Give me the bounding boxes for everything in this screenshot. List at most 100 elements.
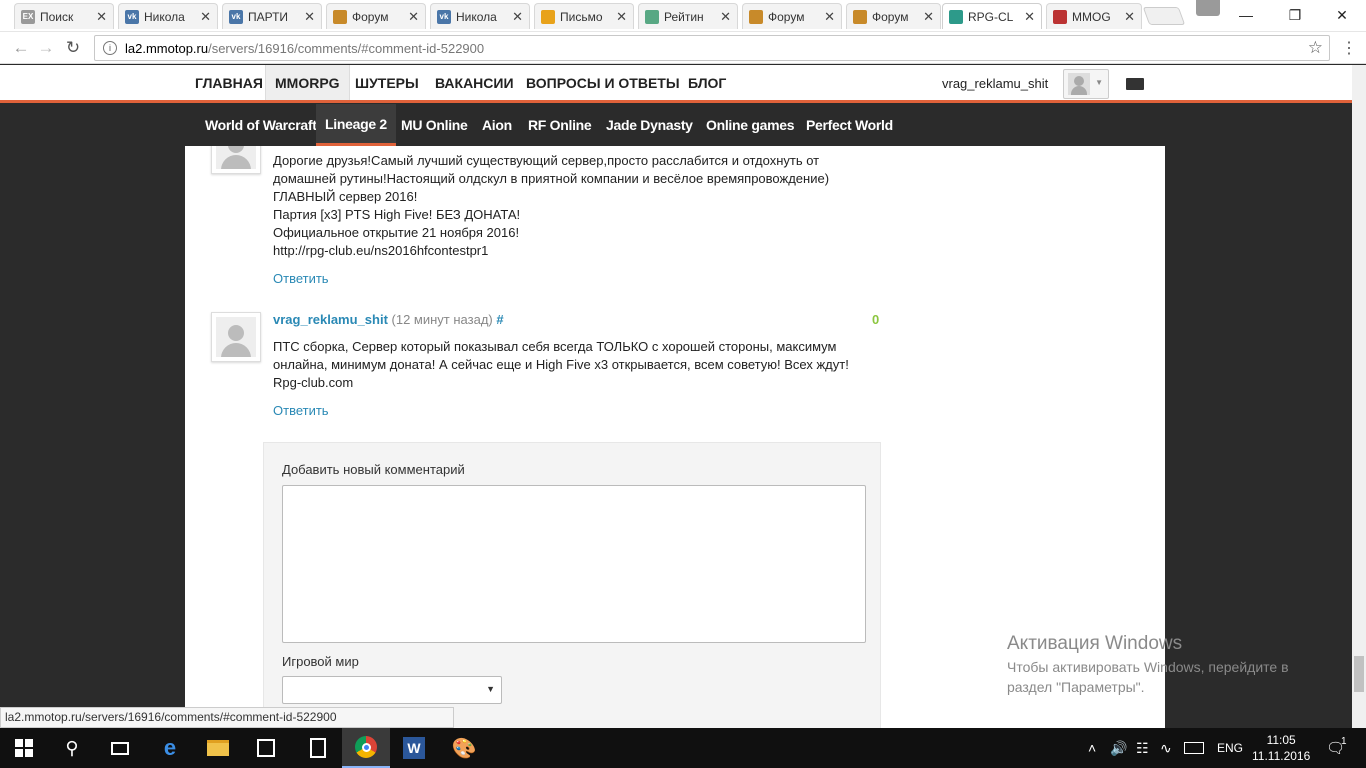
tab-title: Форум — [872, 9, 909, 24]
clock[interactable]: 11:05 11.11.2016 — [1252, 728, 1310, 768]
comment-anchor-link[interactable]: # — [496, 312, 503, 327]
menu-icon[interactable]: ⋮ — [1338, 37, 1360, 59]
windows-taskbar: ⚲ e W 🎨 ˄ 🔊 ☷ ∿ ENG 11:05 11.11.2016 🗨 1 — [0, 728, 1366, 768]
subnav-item-rf-online[interactable]: RF Online — [528, 104, 592, 146]
messages-envelope-icon[interactable] — [1126, 78, 1144, 90]
subnav-item-mu-online[interactable]: MU Online — [401, 104, 468, 146]
profile-icon[interactable] — [1196, 0, 1220, 16]
browser-tab[interactable]: MMOG ✕ — [1046, 3, 1142, 29]
maximize-button[interactable]: ❐ — [1275, 4, 1315, 26]
subnav-item-wow[interactable]: World of Warcraft — [205, 104, 317, 146]
comment-textarea[interactable] — [282, 485, 866, 643]
reply-link[interactable]: Ответить — [273, 271, 329, 286]
chrome-icon[interactable] — [342, 728, 390, 768]
browser-tab[interactable]: vk Никола ✕ — [430, 3, 530, 29]
edge-browser-icon[interactable]: e — [146, 728, 194, 768]
scrollbar-thumb[interactable] — [1354, 656, 1364, 692]
comment-line: онлайна, минимум доната! А сейчас еще и … — [273, 357, 849, 372]
nav-item-qa[interactable]: ВОПРОСЫ И ОТВЕТЫ — [526, 65, 680, 100]
clock-date: 11.11.2016 — [1252, 749, 1311, 763]
url-input[interactable]: i la2.mmotop.ru/servers/16916/comments/#… — [94, 35, 1330, 61]
nav-item-main[interactable]: ГЛАВНАЯ — [195, 65, 263, 100]
calculator-icon[interactable] — [294, 728, 342, 768]
nav-item-vacancies[interactable]: ВАКАНСИИ — [435, 65, 514, 100]
task-view-icon[interactable] — [96, 728, 144, 768]
subnav-item-perfect-world[interactable]: Perfect World — [806, 104, 893, 146]
close-tab-icon[interactable]: ✕ — [1024, 9, 1035, 25]
subnav-item-jade-dynasty[interactable]: Jade Dynasty — [606, 104, 693, 146]
new-comment-form: Добавить новый комментарий Игровой мир ▼ — [263, 442, 881, 728]
status-bar-url: la2.mmotop.ru/servers/16916/comments/#co… — [0, 707, 454, 728]
close-tab-icon[interactable]: ✕ — [408, 9, 419, 25]
vk-icon: vk — [125, 9, 139, 24]
browser-tab[interactable]: Форум ✕ — [742, 3, 842, 29]
subnav-item-lineage2[interactable]: Lineage 2 — [316, 104, 396, 146]
file-explorer-icon[interactable] — [194, 728, 242, 768]
browser-tab[interactable]: Письмо ✕ — [534, 3, 634, 29]
browser-tab[interactable]: EX Поиск ✕ — [14, 3, 114, 29]
comment-author-link[interactable]: vrag_reklamu_shit — [273, 312, 388, 327]
close-tab-icon[interactable]: ✕ — [96, 9, 107, 25]
tray-chevron-up-icon[interactable]: ˄ — [1088, 728, 1096, 768]
volume-icon[interactable]: 🔊 — [1110, 728, 1127, 768]
browser-tab[interactable]: Форум ✕ — [326, 3, 426, 29]
close-tab-icon[interactable]: ✕ — [923, 9, 934, 25]
world-select[interactable]: ▼ — [282, 676, 502, 704]
close-tab-icon[interactable]: ✕ — [512, 9, 523, 25]
store-icon[interactable] — [242, 728, 290, 768]
page-scrollbar[interactable] — [1352, 65, 1366, 728]
username-link[interactable]: vrag_reklamu_shit — [942, 76, 1048, 91]
reload-icon[interactable]: ↻ — [62, 37, 84, 59]
tab-title: Письмо — [560, 9, 603, 24]
close-window-button[interactable]: ✕ — [1322, 4, 1362, 26]
nav-item-blog[interactable]: БЛОГ — [688, 65, 726, 100]
tab-title: ПАРТИ — [248, 9, 289, 24]
close-tab-icon[interactable]: ✕ — [1124, 9, 1135, 25]
close-tab-icon[interactable]: ✕ — [200, 9, 211, 25]
browser-tab[interactable]: vk ПАРТИ ✕ — [222, 3, 322, 29]
wifi-icon[interactable]: ∿ — [1160, 728, 1172, 768]
new-tab-button[interactable] — [1142, 7, 1186, 25]
close-tab-icon[interactable]: ✕ — [824, 9, 835, 25]
nav-item-shooters[interactable]: ШУТЕРЫ — [355, 65, 419, 100]
subnav-item-aion[interactable]: Aion — [482, 104, 512, 146]
subnav-item-online-games[interactable]: Online games — [706, 104, 795, 146]
close-tab-icon[interactable]: ✕ — [304, 9, 315, 25]
comment-line: ПТС сборка, Сервер который показывал себ… — [273, 339, 837, 354]
search-icon[interactable]: ⚲ — [48, 728, 96, 768]
minimize-button[interactable]: — — [1226, 4, 1266, 26]
browser-tab[interactable]: Форум ✕ — [846, 3, 941, 29]
word-icon[interactable]: W — [390, 728, 438, 768]
network-icon[interactable]: ☷ — [1136, 728, 1149, 768]
forward-icon[interactable]: → — [35, 37, 57, 59]
browser-tab[interactable]: Рейтин ✕ — [638, 3, 738, 29]
bookmark-star-icon[interactable]: ☆ — [1308, 38, 1323, 58]
nav-item-mmorpg[interactable]: MMORPG — [265, 65, 350, 100]
browser-tab[interactable]: vk Никола ✕ — [118, 3, 218, 29]
back-icon[interactable]: ← — [10, 37, 32, 59]
rating-icon — [645, 9, 659, 24]
comment-line: Дорогие друзья!Самый лучший существующий… — [273, 153, 820, 168]
language-indicator[interactable]: ENG — [1217, 728, 1243, 768]
user-avatar-dropdown[interactable]: ▼ — [1063, 69, 1109, 99]
start-windows-icon[interactable] — [0, 728, 48, 768]
comment-rating[interactable]: 0 — [872, 312, 879, 327]
comment-line: Официальное открытие 21 ноября 2016! — [273, 225, 520, 240]
info-icon[interactable]: i — [103, 41, 117, 55]
paint-icon[interactable]: 🎨 — [440, 728, 488, 768]
comment-avatar[interactable] — [211, 146, 261, 174]
notifications-icon[interactable]: 🗨 — [1326, 728, 1345, 768]
close-tab-icon[interactable]: ✕ — [616, 9, 627, 25]
url-host: la2.mmotop.ru — [125, 40, 209, 56]
browser-tab[interactable]: RPG-CL ✕ — [942, 3, 1042, 29]
ex-icon: EX — [21, 9, 35, 24]
comment-link[interactable]: http://rpg-club.eu/ns2016hfcontestpr1 — [273, 242, 829, 260]
keyboard-icon[interactable] — [1184, 728, 1204, 768]
address-bar: ← → ↻ i la2.mmotop.ru/servers/16916/comm… — [0, 32, 1366, 64]
user-avatar-icon — [1068, 73, 1090, 95]
close-tab-icon[interactable]: ✕ — [720, 9, 731, 25]
reply-link[interactable]: Ответить — [273, 403, 329, 418]
comment-avatar[interactable] — [211, 312, 261, 362]
tab-title: Никола — [456, 9, 497, 24]
tab-title: Поиск — [40, 9, 74, 24]
